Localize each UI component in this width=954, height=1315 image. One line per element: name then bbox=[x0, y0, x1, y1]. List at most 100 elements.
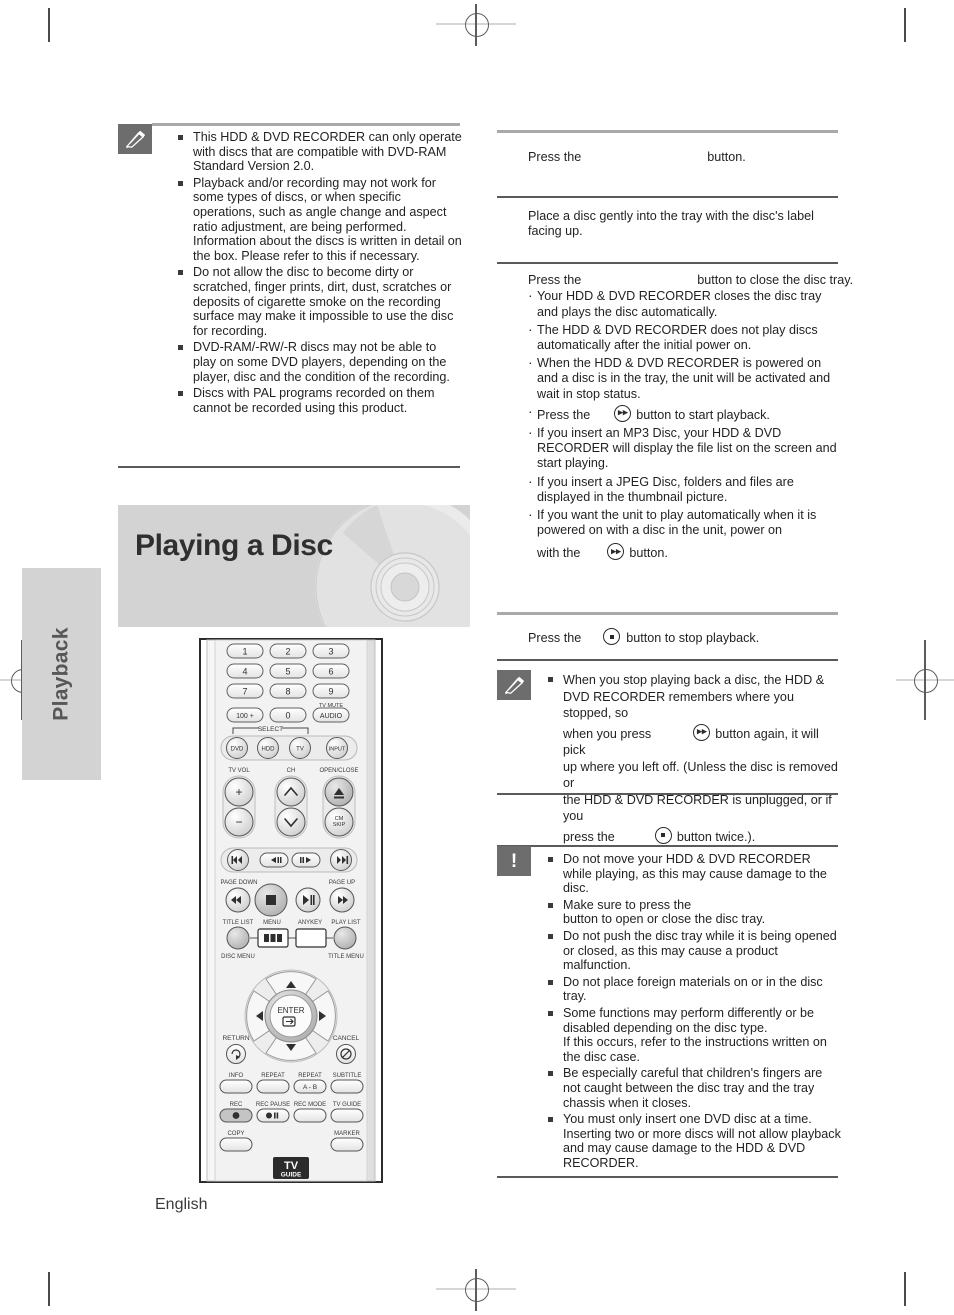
svg-text:ENTER: ENTER bbox=[277, 1006, 304, 1015]
disc-illustration bbox=[313, 505, 470, 627]
step-4-bottom-rule bbox=[497, 659, 838, 661]
step-4-top-rule bbox=[497, 612, 838, 615]
svg-text:INPUT: INPUT bbox=[329, 747, 346, 753]
step-2-bottom-rule bbox=[497, 262, 838, 264]
step-3-bullets: Your HDD & DVD RECORDER closes the disc … bbox=[528, 288, 840, 562]
svg-text:7: 7 bbox=[242, 687, 247, 697]
list-item: Playback and/or recording may not work f… bbox=[176, 176, 462, 264]
svg-text:HDD: HDD bbox=[262, 747, 276, 753]
svg-text:TV VOL: TV VOL bbox=[228, 768, 250, 774]
stop-button-icon bbox=[654, 826, 672, 844]
crop-mark-top-right bbox=[904, 8, 906, 42]
svg-text:1: 1 bbox=[242, 647, 247, 657]
note-part-3: up where you left off. (Unless the disc … bbox=[563, 759, 838, 791]
svg-text:−: − bbox=[235, 815, 242, 829]
left-note-list: This HDD & DVD RECORDER can only operate… bbox=[176, 130, 462, 417]
note-part-1: When you stop playing back a disc, the H… bbox=[563, 673, 825, 720]
svg-text:TITLE MENU: TITLE MENU bbox=[328, 954, 364, 960]
list-item: The HDD & DVD RECORDER does not play dis… bbox=[528, 322, 840, 353]
svg-text:ANYKEY: ANYKEY bbox=[298, 920, 322, 926]
svg-text:REPEAT: REPEAT bbox=[298, 1073, 322, 1079]
list-item: Do not move your HDD & DVD RECORDER whil… bbox=[546, 852, 842, 896]
svg-text:CANCEL: CANCEL bbox=[333, 1035, 360, 1042]
bullet-text-before: with the bbox=[537, 546, 581, 561]
bullet-text-before: Press the bbox=[537, 407, 591, 422]
step-4-text-before: Press the bbox=[528, 631, 582, 645]
svg-text:GUIDE: GUIDE bbox=[281, 1172, 302, 1179]
svg-text:SUBTITLE: SUBTITLE bbox=[333, 1073, 362, 1079]
page-title: Playing a Disc bbox=[135, 529, 333, 562]
step-1-text-after: button. bbox=[707, 150, 746, 164]
bullet-text-after: button. bbox=[629, 546, 668, 561]
list-item: When you stop playing back a disc, the H… bbox=[546, 672, 842, 845]
svg-text:5: 5 bbox=[285, 667, 290, 677]
svg-text:+: + bbox=[235, 785, 242, 799]
step-4-text-after: button to stop playback. bbox=[626, 631, 760, 645]
exclamation-glyph: ! bbox=[510, 850, 518, 872]
svg-text:3: 3 bbox=[328, 647, 333, 657]
list-item: Press the ▶▶ button to start playback. bbox=[528, 404, 840, 423]
step-1-text-before: Press the bbox=[528, 150, 582, 164]
list-item: If you want the unit to play automatical… bbox=[528, 507, 840, 562]
svg-text:INFO: INFO bbox=[229, 1073, 244, 1079]
svg-text:SKIP: SKIP bbox=[333, 822, 346, 828]
pencil-note-icon bbox=[497, 670, 531, 700]
svg-text:2: 2 bbox=[285, 647, 290, 657]
note-part-2-before: when you press bbox=[563, 726, 652, 741]
stop-button-icon bbox=[603, 628, 621, 645]
list-item: Make sure to press the button to open or… bbox=[546, 898, 842, 927]
page-title-banner: Playing a Disc bbox=[118, 505, 470, 627]
svg-text:DVD: DVD bbox=[231, 747, 244, 753]
svg-text:RETURN: RETURN bbox=[222, 1035, 249, 1042]
svg-text:SELECT: SELECT bbox=[258, 726, 283, 733]
list-item: Your HDD & DVD RECORDER closes the disc … bbox=[528, 288, 840, 319]
step-1-top-rule bbox=[497, 130, 838, 133]
sidebar-chapter-tab-playback: Playback bbox=[22, 568, 101, 780]
crop-mark-top-left bbox=[48, 8, 50, 42]
svg-text:REC: REC bbox=[230, 1102, 243, 1108]
svg-text:REC PAUSE: REC PAUSE bbox=[256, 1102, 290, 1108]
svg-text:8: 8 bbox=[285, 687, 290, 697]
svg-text:4: 4 bbox=[242, 667, 247, 677]
pencil-note-icon bbox=[118, 124, 152, 154]
bullet-text: If you want the unit to play automatical… bbox=[537, 508, 817, 538]
note-part-4: the HDD & DVD RECORDER is unplugged, or … bbox=[563, 792, 832, 824]
exclamation-icon: ! bbox=[497, 846, 531, 876]
svg-text:100 +: 100 + bbox=[236, 713, 254, 720]
step-1: Press the button. bbox=[528, 150, 876, 165]
list-item: You must only insert one DVD disc at a t… bbox=[546, 1112, 842, 1170]
svg-text:REC MODE: REC MODE bbox=[294, 1102, 326, 1108]
crop-mark-bottom-right bbox=[904, 1272, 906, 1306]
svg-text:PAGE DOWN: PAGE DOWN bbox=[221, 880, 258, 886]
list-item: If you insert a JPEG Disc, folders and f… bbox=[528, 474, 840, 505]
step-4: Press the button to stop playback. bbox=[528, 628, 876, 646]
left-note-top-rule bbox=[152, 123, 460, 126]
step-3-text-before: Press the bbox=[528, 273, 582, 287]
chapter-tab-label: Playback bbox=[49, 627, 73, 721]
left-note-bottom-rule bbox=[118, 466, 460, 468]
registration-mark-bottom bbox=[436, 1269, 516, 1311]
play-button-icon: ▶▶ bbox=[614, 404, 632, 422]
left-note-items: This HDD & DVD RECORDER can only operate… bbox=[176, 130, 462, 415]
svg-text:COPY: COPY bbox=[227, 1131, 244, 1137]
note-part-5-before: press the bbox=[563, 829, 615, 844]
svg-text:AUDIO: AUDIO bbox=[320, 713, 343, 720]
list-item: Do not push the disc tray while it is be… bbox=[546, 929, 842, 973]
list-item: Be especially careful that children's fi… bbox=[546, 1066, 842, 1110]
caution-list: Do not move your HDD & DVD RECORDER whil… bbox=[546, 852, 842, 1172]
note-part-5-after: button twice.). bbox=[676, 829, 756, 844]
step-3: Press the button to close the disc tray. … bbox=[528, 273, 853, 565]
svg-text:TV GUIDE: TV GUIDE bbox=[333, 1102, 361, 1108]
svg-text:0: 0 bbox=[285, 711, 290, 721]
list-item: Discs with PAL programs recorded on them… bbox=[176, 386, 462, 415]
play-button-icon: ▶▶ bbox=[693, 723, 711, 741]
play-button-icon: ▶▶ bbox=[607, 543, 625, 561]
svg-text:TITLE LIST: TITLE LIST bbox=[223, 920, 254, 926]
list-item: Do not allow the disc to become dirty or… bbox=[176, 265, 462, 338]
list-item: Do not place foreign materials on or in … bbox=[546, 975, 842, 1004]
svg-text:MENU: MENU bbox=[263, 920, 281, 926]
bullet-text-after: button to start playback. bbox=[636, 407, 770, 422]
list-item: When the HDD & DVD RECORDER is powered o… bbox=[528, 355, 840, 402]
svg-text:6: 6 bbox=[328, 667, 333, 677]
right-note-bottom-rule bbox=[497, 793, 838, 795]
